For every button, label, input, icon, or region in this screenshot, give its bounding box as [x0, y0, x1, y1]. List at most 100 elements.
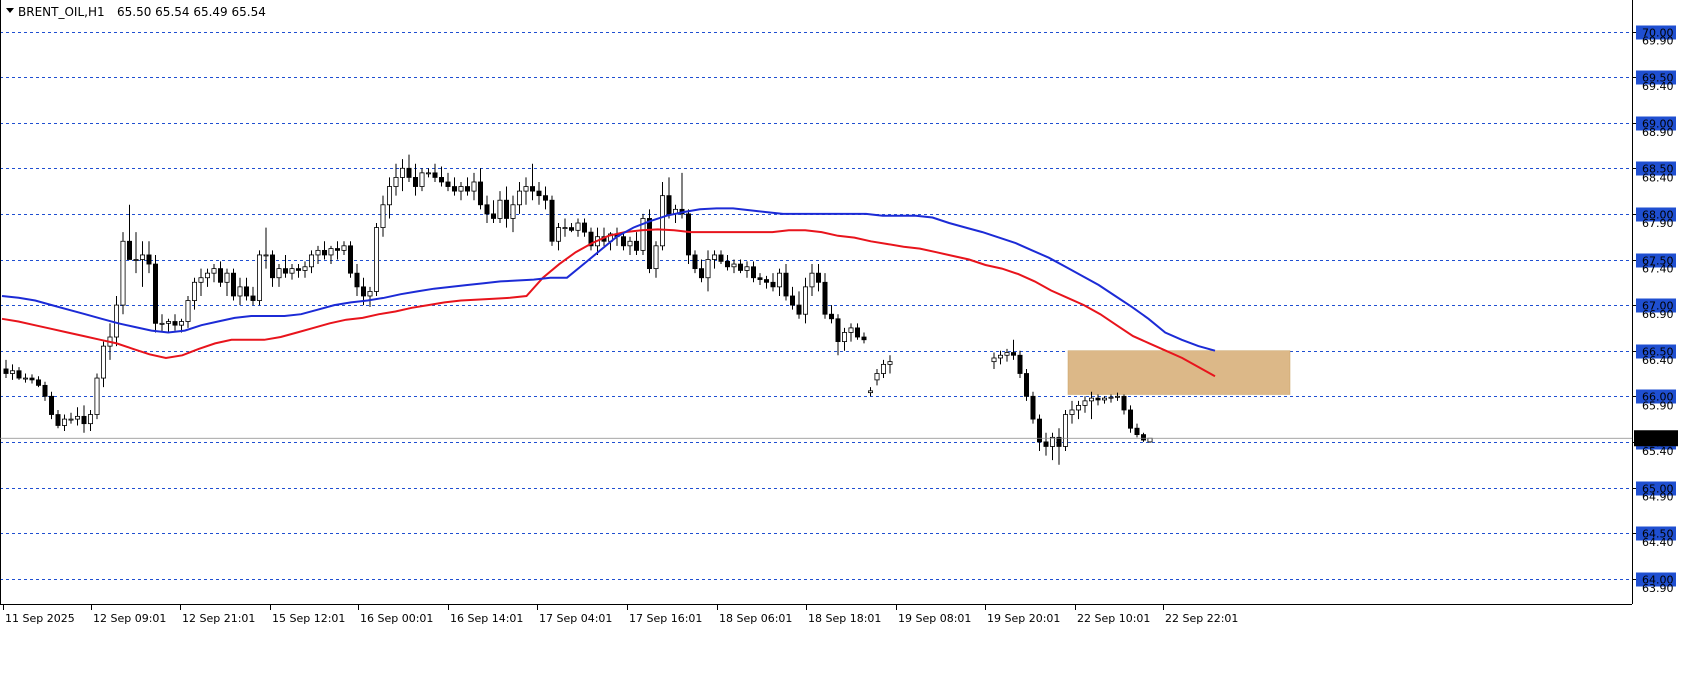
candle-body	[770, 281, 776, 288]
candle-body	[803, 286, 809, 315]
candle-body	[1134, 427, 1140, 436]
candle-body	[783, 272, 789, 297]
time-label: 19 Sep 20:01	[987, 612, 1060, 625]
candle-body	[458, 186, 464, 192]
candle-body	[217, 268, 223, 283]
candle-body	[744, 266, 750, 271]
candle-body	[829, 313, 835, 320]
price-minor-label: 65.40	[1642, 445, 1674, 458]
candle-body	[438, 177, 444, 183]
candle-body	[712, 254, 718, 260]
candle-body	[855, 327, 861, 338]
candle-body	[263, 254, 269, 257]
candle-body	[62, 418, 68, 426]
candle-body	[432, 172, 438, 178]
time-label: 19 Sep 08:01	[898, 612, 971, 625]
candle-body	[55, 414, 61, 426]
candlestick-chart[interactable]: 70.0069.9069.5069.4069.0068.9068.5068.40…	[0, 0, 1686, 675]
candle-body	[887, 361, 893, 365]
candle	[1063, 409, 1069, 452]
candle-body	[230, 272, 236, 297]
candle-body	[1030, 395, 1036, 420]
candle-body	[178, 321, 184, 326]
candle-body	[1017, 354, 1023, 374]
candle-body	[1102, 397, 1108, 401]
candle-body	[809, 272, 815, 288]
candle-body	[373, 227, 379, 292]
candle-body	[790, 295, 796, 306]
candle-body	[256, 254, 262, 301]
candle-body	[133, 259, 139, 261]
candle-body	[796, 304, 802, 315]
candle-body	[445, 181, 451, 187]
candle-body	[1050, 436, 1056, 447]
candle-body	[269, 254, 275, 279]
price-minor-label: 69.90	[1642, 35, 1674, 48]
time-label: 16 Sep 14:01	[450, 612, 523, 625]
candle-body	[165, 321, 171, 324]
candle-body	[334, 248, 340, 251]
candle-body	[1069, 409, 1075, 415]
candle-body	[328, 248, 334, 256]
candle-body	[425, 172, 431, 175]
candle-body	[36, 379, 42, 386]
candle-body	[237, 286, 243, 297]
candle	[94, 373, 100, 420]
time-label: 22 Sep 10:01	[1077, 612, 1150, 625]
candle-body	[68, 418, 74, 421]
candle-body	[861, 336, 867, 341]
candle-body	[718, 254, 724, 262]
candle-body	[204, 272, 210, 279]
candle-body	[490, 213, 496, 219]
candle-body	[295, 268, 301, 271]
candle	[640, 213, 646, 255]
time-label: 18 Sep 18:01	[808, 612, 881, 625]
candle-body	[686, 213, 692, 256]
candle-body	[75, 415, 81, 420]
candle	[347, 241, 353, 278]
candle-body	[751, 266, 757, 279]
candle-body	[536, 190, 542, 197]
time-label: 15 Sep 12:01	[272, 612, 345, 625]
time-label: 22 Sep 22:01	[1165, 612, 1238, 625]
candle-body	[731, 263, 737, 268]
candle	[1024, 368, 1030, 401]
candle-body	[419, 172, 425, 187]
time-label: 12 Sep 09:01	[93, 612, 166, 625]
candle-body	[822, 281, 828, 315]
candle-body	[16, 370, 22, 379]
candle-body	[1056, 436, 1062, 447]
candle-body	[692, 254, 698, 270]
candle-body	[510, 204, 516, 219]
candle-body	[627, 240, 633, 247]
time-label: 11 Sep 2025	[5, 612, 75, 625]
time-label: 16 Sep 00:01	[360, 612, 433, 625]
candle-body	[406, 167, 412, 178]
candle-body	[211, 268, 217, 274]
candle-body	[1108, 396, 1114, 399]
price-minor-label: 65.90	[1642, 399, 1674, 412]
candle-body	[393, 177, 399, 187]
chart-header: BRENT_OIL,H1 65.50 65.54 65.49 65.54	[6, 5, 266, 19]
candle-body	[94, 377, 100, 415]
candle	[1030, 391, 1036, 424]
candle	[1147, 437, 1153, 443]
candle-body	[582, 222, 588, 233]
candle-body	[653, 245, 659, 270]
candle-body	[172, 321, 178, 326]
candle-body	[497, 199, 503, 219]
time-label: 18 Sep 06:01	[719, 612, 792, 625]
candle-body	[367, 291, 373, 297]
candle-body	[503, 199, 509, 219]
candle-body	[549, 199, 555, 242]
chart-window[interactable]: 70.00 69.90 69.50 69.40 69.00 68.90 68.50 68.40…	[0, 0, 1686, 675]
candle-body	[666, 195, 672, 215]
candle-body	[647, 218, 653, 270]
candle-body	[380, 204, 386, 228]
price-minor-label: 68.40	[1642, 171, 1674, 184]
candle-body	[139, 254, 145, 260]
candle-body	[185, 300, 191, 322]
candle-body	[523, 186, 529, 192]
candle-body	[191, 281, 197, 301]
candle-body	[360, 286, 366, 297]
